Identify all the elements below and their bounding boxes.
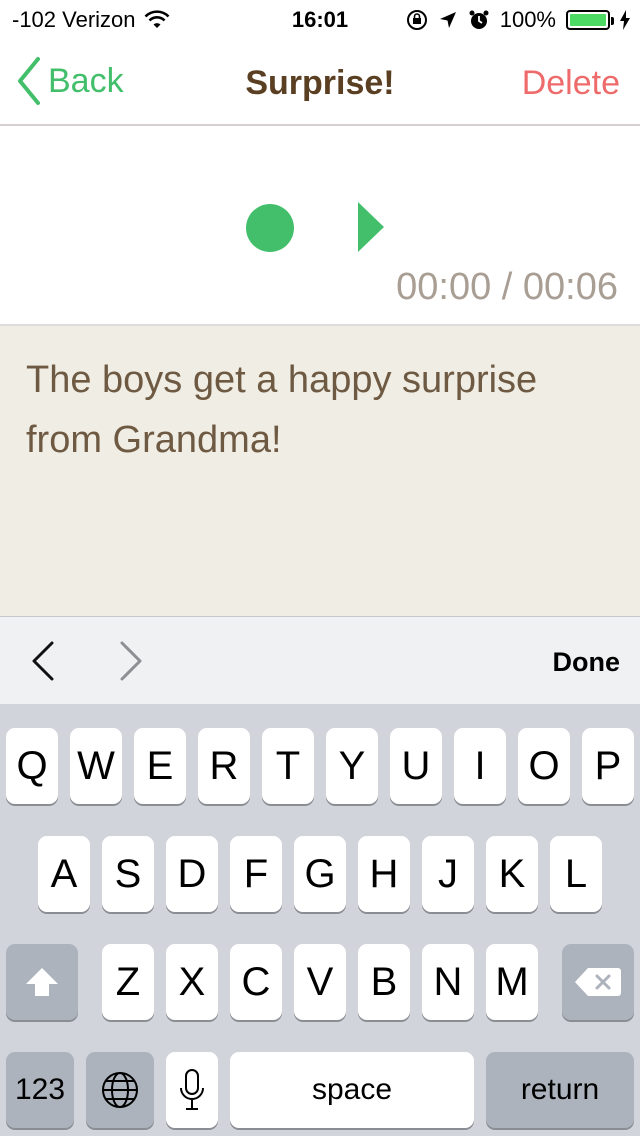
key-t[interactable]: T [262, 728, 314, 804]
battery-icon [566, 10, 614, 30]
previous-field-button[interactable] [26, 639, 66, 683]
charging-bolt-icon [620, 10, 630, 30]
location-arrow-icon [439, 12, 456, 28]
rotation-lock-icon [406, 10, 427, 30]
key-g[interactable]: G [294, 836, 346, 912]
key-j[interactable]: J [422, 836, 474, 912]
key-w[interactable]: W [70, 728, 122, 804]
key-o[interactable]: O [518, 728, 570, 804]
key-s[interactable]: S [102, 836, 154, 912]
key-m[interactable]: M [486, 944, 538, 1020]
caption-editor[interactable]: The boys get a happy surprise from Grand… [0, 326, 640, 616]
key-q[interactable]: Q [6, 728, 58, 804]
key-f[interactable]: F [230, 836, 282, 912]
globe-icon [102, 1072, 138, 1108]
key-b[interactable]: B [358, 944, 410, 1020]
battery-cap [611, 17, 614, 25]
key-p[interactable]: P [582, 728, 634, 804]
dictation-key[interactable] [166, 1052, 218, 1128]
battery-fill [570, 14, 606, 26]
key-x[interactable]: X [166, 944, 218, 1020]
key-c[interactable]: C [230, 944, 282, 1020]
status-bar: -102 Verizon 16:01 100% [0, 0, 640, 40]
navigation-bar: Back Surprise! Delete [0, 40, 640, 126]
battery-percent: 100% [499, 7, 556, 32]
microphone-icon [180, 1069, 204, 1110]
keyboard-accessory-bar: Done [0, 616, 640, 704]
backspace-icon [575, 968, 621, 996]
shift-key[interactable] [6, 944, 78, 1020]
key-d[interactable]: D [166, 836, 218, 912]
key-e[interactable]: E [134, 728, 186, 804]
caption-text[interactable]: The boys get a happy surprise from Grand… [26, 350, 606, 470]
key-a[interactable]: A [38, 836, 90, 912]
playback-time: 00:00 / 00:06 [396, 266, 618, 308]
return-key[interactable]: return [486, 1052, 634, 1128]
key-u[interactable]: U [390, 728, 442, 804]
key-z[interactable]: Z [102, 944, 154, 1020]
record-button[interactable] [246, 204, 294, 252]
key-h[interactable]: H [358, 836, 410, 912]
key-y[interactable]: Y [326, 728, 378, 804]
audio-player: 00:00 / 00:06 [0, 126, 640, 326]
key-i[interactable]: I [454, 728, 506, 804]
done-button[interactable]: Done [553, 647, 621, 678]
key-n[interactable]: N [422, 944, 474, 1020]
shift-arrow-icon [26, 968, 58, 996]
globe-key[interactable] [86, 1052, 154, 1128]
play-button[interactable] [358, 202, 384, 252]
numbers-key[interactable]: 123 [6, 1052, 74, 1128]
next-field-button[interactable] [110, 639, 150, 683]
key-v[interactable]: V [294, 944, 346, 1020]
key-k[interactable]: K [486, 836, 538, 912]
delete-key[interactable] [562, 944, 634, 1020]
keyboard: QWERTYUIOP ASDFGHJKL ZXCVBNM 123 space r… [0, 704, 640, 1136]
key-r[interactable]: R [198, 728, 250, 804]
status-right: 100% [406, 7, 630, 33]
delete-button[interactable]: Delete [522, 64, 620, 103]
space-key[interactable]: space [230, 1052, 474, 1128]
key-l[interactable]: L [550, 836, 602, 912]
alarm-icon [469, 10, 489, 29]
